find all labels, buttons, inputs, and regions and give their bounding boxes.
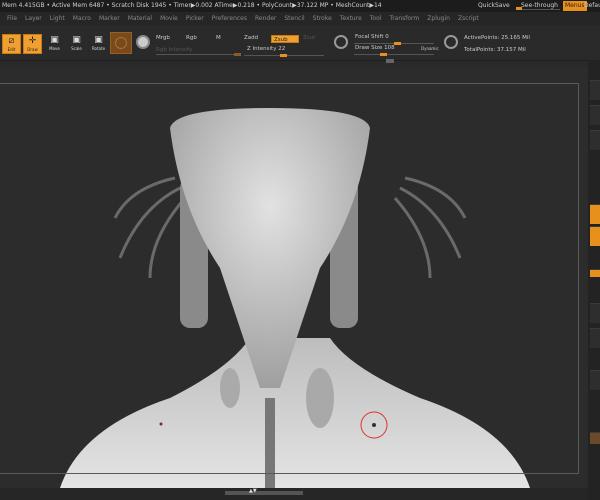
tray-arrows-icon[interactable]: ▲▼ — [249, 488, 257, 494]
focal-shift-slider[interactable] — [354, 42, 434, 45]
menu-material[interactable]: Material — [128, 12, 152, 25]
move-label: Move — [49, 46, 60, 51]
menu-render[interactable]: Render — [255, 12, 276, 25]
tray-handle[interactable] — [386, 59, 394, 63]
shelf-button-active[interactable] — [590, 204, 600, 224]
menu-macro[interactable]: Macro — [73, 12, 91, 25]
toolbar: ⧄ Edit ✛ Draw ▣ Move ▣ Scale ▣ Rotate Mrgb Rg… — [0, 25, 600, 61]
shelf-button-active[interactable] — [590, 269, 600, 277]
menu-bar: File Layer Light Macro Marker Material M… — [0, 12, 600, 25]
bottom-tray-scroll[interactable]: ▲▼ — [225, 488, 303, 495]
scale-button[interactable]: ▣ Scale — [67, 34, 86, 54]
scale-icon: ▣ — [72, 35, 81, 45]
zcut-button[interactable]: Zcut — [303, 35, 315, 41]
draw-label: Draw — [27, 47, 38, 52]
rotate-button[interactable]: ▣ Rotate — [89, 34, 108, 54]
scale-label: Scale — [71, 46, 82, 51]
status-bar: Mem 4.415GB • Active Mem 6487 • Scratch … — [0, 0, 600, 21]
shelf-button-active[interactable] — [590, 226, 600, 246]
z-intensity-slider[interactable] — [244, 54, 324, 57]
rgb-button[interactable]: Rgb — [186, 35, 197, 41]
quicksave-button[interactable]: QuickSave — [478, 0, 510, 12]
slider-knob — [380, 53, 387, 56]
draw-icon: ✛ — [28, 36, 37, 46]
draw-size-slider[interactable] — [354, 53, 434, 56]
lazymouse-icon[interactable] — [334, 35, 348, 49]
right-shelf — [588, 60, 600, 500]
rgb-intensity-slider[interactable]: Rgb Intensity — [156, 47, 193, 53]
document-frame — [0, 83, 579, 474]
draw-button[interactable]: ✛ Draw — [23, 34, 42, 54]
rotate-label: Rotate — [91, 46, 106, 51]
edit-button[interactable]: ⧄ Edit — [2, 34, 21, 54]
shelf-button[interactable] — [590, 432, 600, 444]
active-points: ActivePoints: 25.165 Mil — [464, 35, 530, 41]
menu-transform[interactable]: Transform — [389, 12, 419, 25]
draw-size-label: Draw Size 108 — [355, 45, 395, 51]
edit-icon: ⧄ — [8, 36, 15, 46]
shelf-button[interactable] — [590, 370, 600, 390]
menu-texture[interactable]: Texture — [340, 12, 362, 25]
texture-button[interactable] — [136, 35, 150, 49]
zadd-button[interactable]: Zadd — [244, 35, 258, 41]
rotate-icon: ▣ — [94, 35, 103, 45]
menu-stroke[interactable]: Stroke — [313, 12, 332, 25]
shelf-button[interactable] — [590, 303, 600, 323]
slider-knob — [516, 7, 522, 10]
rgb-intensity-track[interactable] — [156, 53, 241, 56]
z-intensity-label: Z Intensity 22 — [247, 46, 286, 52]
slider-knob — [234, 53, 241, 56]
move-button[interactable]: ▣ Move — [45, 34, 64, 54]
slider-knob — [280, 54, 287, 57]
menu-file[interactable]: File — [7, 12, 17, 25]
shelf-button[interactable] — [590, 80, 600, 100]
m-button[interactable]: M — [216, 35, 221, 41]
total-points: TotalPoints: 37.157 Mil — [464, 47, 526, 53]
menu-preferences[interactable]: Preferences — [212, 12, 247, 25]
status-info: Mem 4.415GB • Active Mem 6487 • Scratch … — [2, 2, 382, 9]
zsub-button[interactable]: Zsub — [271, 35, 299, 43]
menu-marker[interactable]: Marker — [99, 12, 120, 25]
move-icon: ▣ — [50, 35, 59, 45]
menu-picker[interactable]: Picker — [186, 12, 204, 25]
edit-label: Edit — [7, 47, 16, 52]
shelf-button[interactable] — [590, 130, 600, 150]
menu-zscript[interactable]: Zscript — [458, 12, 479, 25]
menu-layer[interactable]: Layer — [25, 12, 42, 25]
material-sphere-icon — [115, 37, 127, 49]
see-through-slider[interactable]: See-through 0 — [516, 0, 560, 21]
default-script-button[interactable]: Defau — [584, 0, 600, 12]
menu-movie[interactable]: Movie — [160, 12, 178, 25]
menu-light[interactable]: Light — [50, 12, 65, 25]
menu-tool[interactable]: Tool — [370, 12, 382, 25]
shelf-button[interactable] — [590, 328, 600, 348]
focal-shift-label: Focal Shift 0 — [355, 34, 389, 40]
menu-zplugin[interactable]: Zplugin — [427, 12, 450, 25]
slider-knob — [394, 42, 401, 45]
menu-stencil[interactable]: Stencil — [284, 12, 304, 25]
draw-options-icon[interactable] — [444, 35, 458, 49]
dynamic-button[interactable]: Dynamic — [421, 46, 439, 51]
shelf-button[interactable] — [590, 105, 600, 125]
mrgb-button[interactable]: Mrgb — [156, 35, 170, 41]
material-button[interactable] — [110, 32, 132, 54]
